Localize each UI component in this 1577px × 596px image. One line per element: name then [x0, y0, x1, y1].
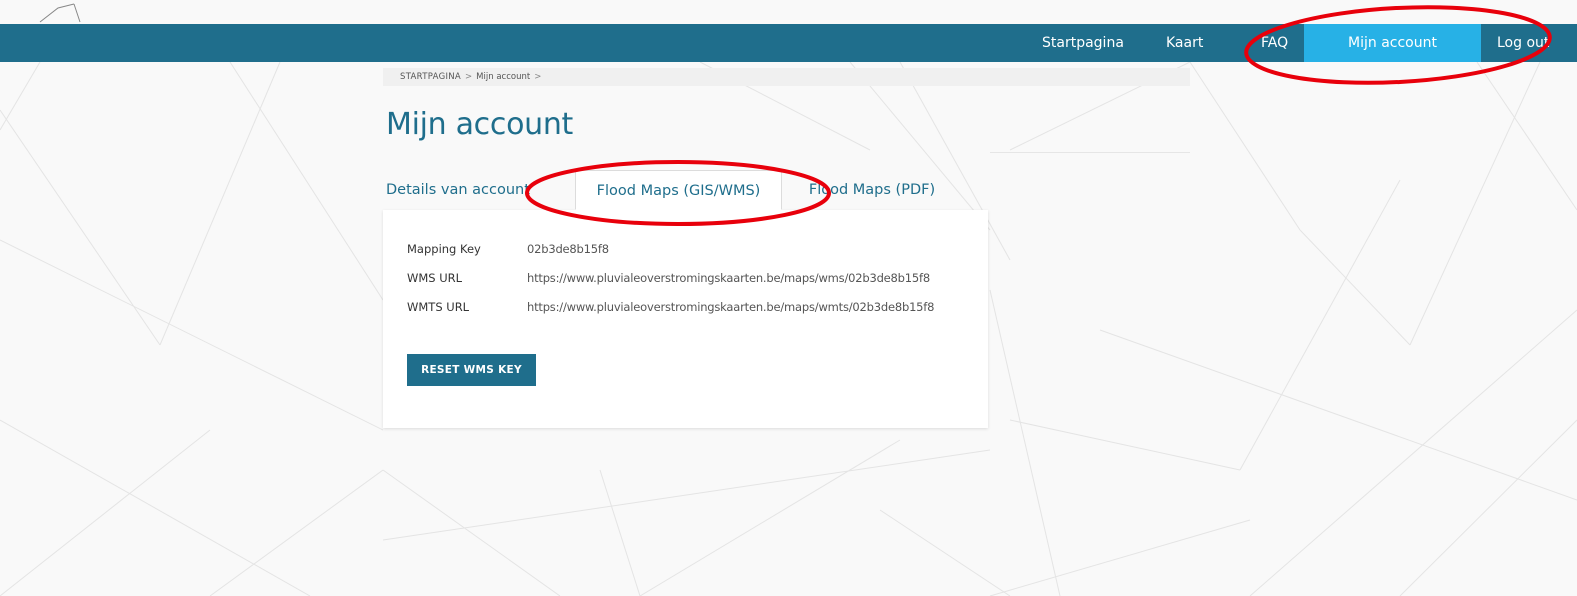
- breadcrumb-item-mijn-account[interactable]: Mijn account: [476, 72, 530, 82]
- nav-item-startpagina[interactable]: Startpagina: [1042, 24, 1124, 62]
- tab-flood-maps-pdf[interactable]: Flood Maps (PDF): [792, 170, 952, 210]
- wms-url-value: https://www.pluvialeoverstromingskaarten…: [527, 271, 930, 285]
- tab-details-van-account[interactable]: Details van account: [386, 170, 566, 210]
- tab-flood-maps-gis-wms[interactable]: Flood Maps (GIS/WMS): [575, 170, 782, 210]
- flood-maps-gis-panel: Mapping Key 02b3de8b15f8 WMS URL https:/…: [383, 210, 988, 428]
- breadcrumb: STARTPAGINA > Mijn account >: [400, 72, 545, 82]
- breadcrumb-separator: >: [534, 72, 542, 82]
- page-title: Mijn account: [386, 107, 574, 142]
- title-divider: [990, 152, 1190, 153]
- breadcrumb-item-startpagina[interactable]: STARTPAGINA: [400, 72, 461, 82]
- nav-item-faq[interactable]: FAQ: [1261, 24, 1288, 62]
- reset-wms-key-button[interactable]: RESET WMS KEY: [407, 354, 536, 386]
- breadcrumb-separator: >: [465, 72, 473, 82]
- nav-item-mijn-account[interactable]: Mijn account: [1304, 24, 1481, 62]
- top-navigation-bar: Startpagina Kaart FAQ Mijn account Log o…: [0, 24, 1577, 62]
- wmts-url-label: WMTS URL: [407, 300, 470, 314]
- nav-item-kaart[interactable]: Kaart: [1166, 24, 1203, 62]
- mapping-key-value: 02b3de8b15f8: [527, 242, 609, 256]
- mapping-key-label: Mapping Key: [407, 242, 481, 256]
- logo-fragment: [39, 3, 81, 23]
- wms-url-label: WMS URL: [407, 271, 463, 285]
- nav-item-log-out[interactable]: Log out: [1497, 24, 1549, 62]
- wmts-url-value: https://www.pluvialeoverstromingskaarten…: [527, 300, 935, 314]
